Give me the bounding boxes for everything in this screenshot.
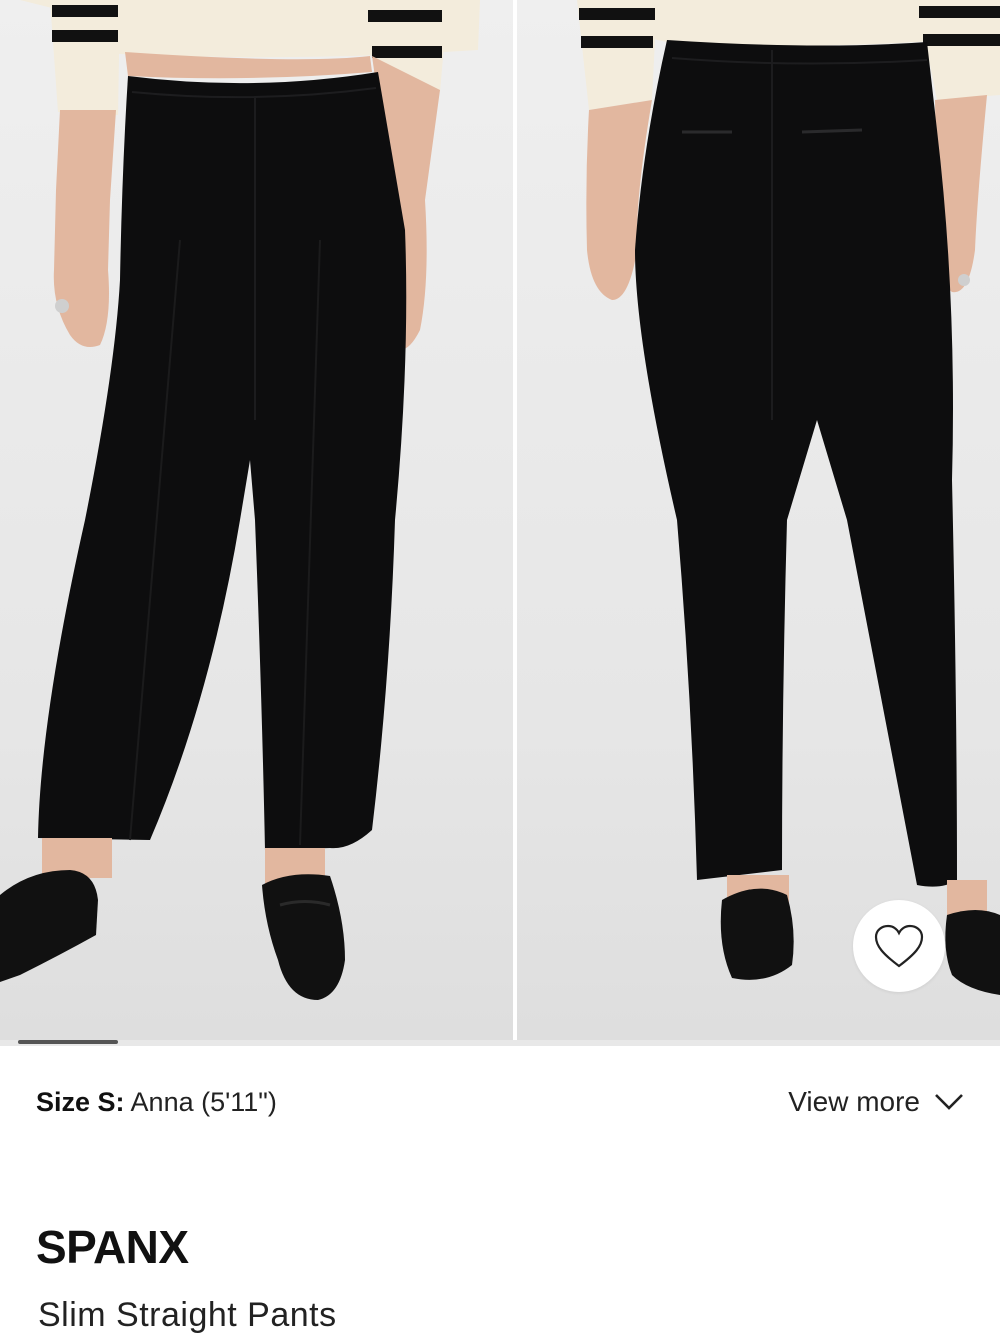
wishlist-button[interactable] [853, 900, 945, 992]
chevron-down-icon [935, 1094, 963, 1110]
model-name: Anna (5'11") [130, 1086, 277, 1117]
product-name: Slim Straight Pants [38, 1296, 337, 1333]
model-size-row: Size S: Anna (5'11") View more [36, 1082, 964, 1122]
size-label: Size S: [36, 1086, 125, 1117]
model-size-info: Size S: Anna (5'11") [36, 1087, 277, 1118]
gallery-progress-indicator [18, 1040, 118, 1044]
heart-icon [874, 924, 924, 968]
view-more-label: View more [788, 1086, 920, 1117]
gallery-progress [0, 1040, 1000, 1046]
product-image-back[interactable] [517, 0, 1000, 1040]
product-image-gallery[interactable] [0, 0, 1000, 1040]
product-image-front[interactable] [0, 0, 513, 1040]
view-more-button[interactable]: View more [788, 1086, 964, 1118]
product-brand[interactable]: SPANX [36, 1220, 189, 1274]
front-view-illustration [0, 0, 480, 1000]
back-view-illustration [577, 0, 1000, 995]
